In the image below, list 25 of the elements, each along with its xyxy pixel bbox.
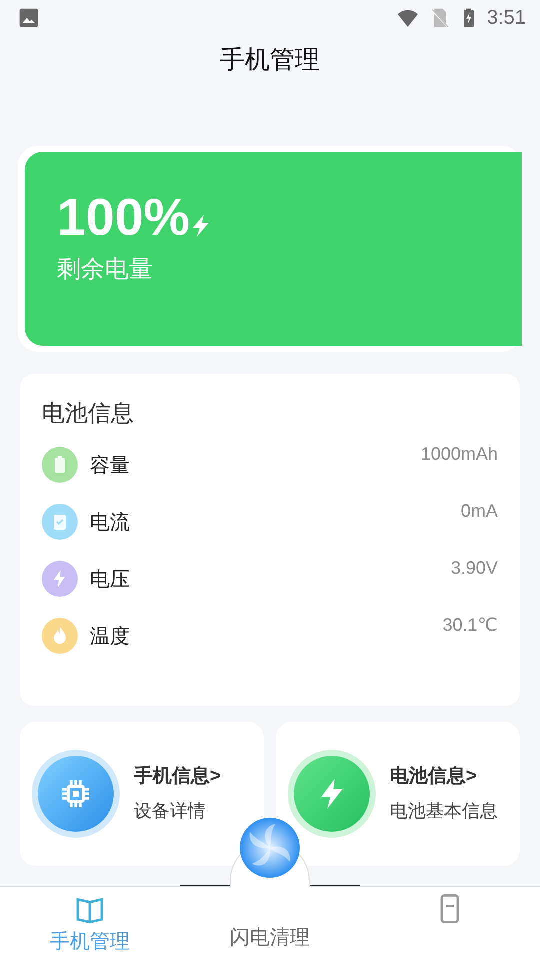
image-icon (18, 7, 40, 29)
shortcut-subtitle: 设备详情 (134, 800, 207, 823)
shortcut-title: 电池信息> (390, 765, 478, 790)
battery-label: 剩余电量 (57, 255, 154, 285)
nav-tab[interactable]: 闪电清理 (180, 887, 360, 960)
shortcut-card[interactable]: 手机信息> 设备详情 (20, 722, 264, 866)
status-time: 3:51 (487, 6, 526, 31)
chip-badge-icon (38, 756, 114, 832)
page-title: 手机管理 (220, 46, 320, 74)
fan-icon (240, 818, 300, 878)
info-value: 1000mAh (420, 442, 498, 466)
no-sim-icon (429, 7, 452, 29)
shortcut-title: 手机信息> (134, 764, 222, 790)
section-title: 电池信息 (42, 399, 135, 428)
shortcut-subtitle: 电池基本信息 (390, 800, 498, 823)
shortcut-card[interactable]: 电池信息> 电池基本信息 (276, 722, 520, 866)
info-label: 电压 (90, 568, 130, 592)
battery-percent: 100% (57, 192, 190, 244)
info-value: 30.1℃ (442, 614, 498, 636)
info-value: 0mA (460, 500, 498, 522)
info-label: 温度 (90, 624, 130, 650)
lightning-badge-icon (294, 756, 370, 832)
info-label: 容量 (90, 454, 130, 478)
info-value: 3.90V (450, 556, 498, 580)
info-label: 电流 (90, 510, 130, 536)
